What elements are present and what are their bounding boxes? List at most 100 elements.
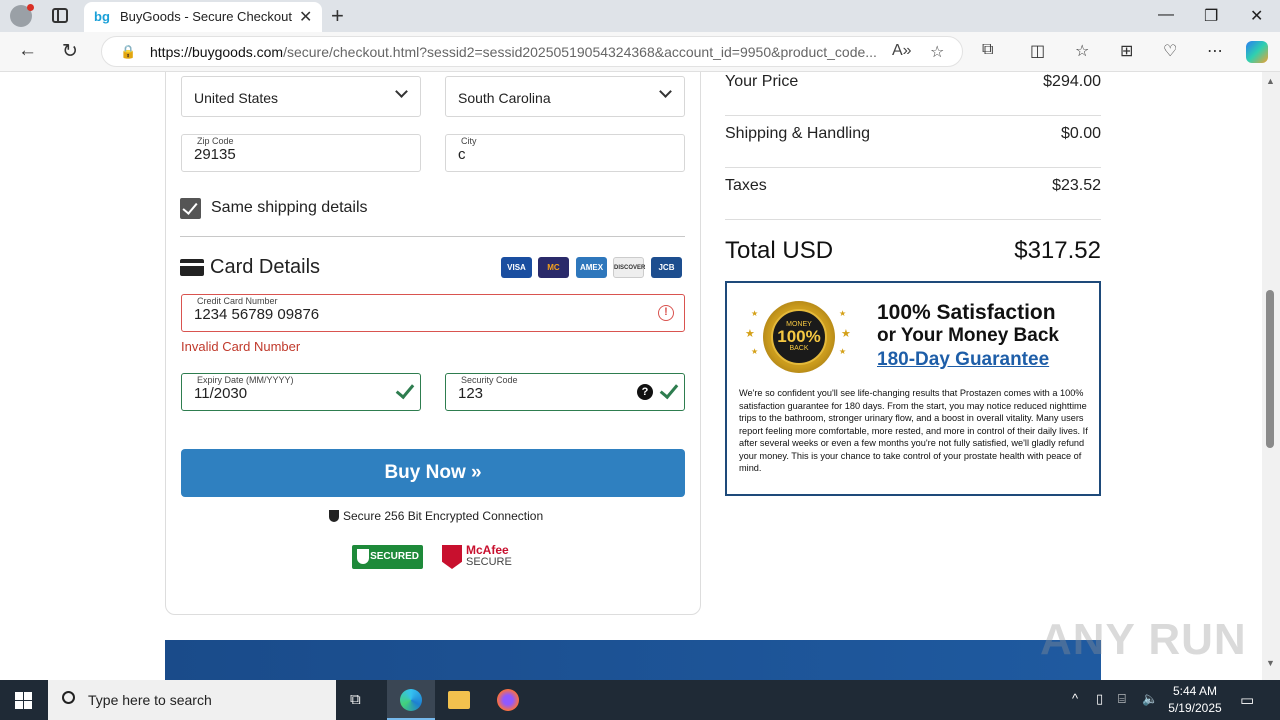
clock-date: 5/19/2025	[1168, 701, 1222, 715]
expiry-date-label: Expiry Date (MM/YYYY)	[197, 375, 294, 385]
seal-bottom-text: BACK	[789, 345, 809, 352]
task-view-icon[interactable]: ⧉	[336, 680, 384, 720]
mcafee-text: McAfee	[466, 543, 509, 557]
url-field[interactable]: 🔒 https://buygoods.com/secure/checkout.h…	[101, 36, 963, 67]
state-value: South Carolina	[458, 90, 551, 106]
buy-now-button[interactable]: Buy Now »	[181, 449, 685, 497]
valid-check-icon	[395, 379, 415, 400]
same-shipping-checkbox[interactable]	[180, 198, 201, 219]
footer-band	[165, 640, 1101, 680]
favorite-star-icon[interactable]: ☆	[930, 42, 944, 62]
valid-check-icon	[659, 379, 679, 400]
taxes-label: Taxes	[725, 177, 767, 194]
visa-icon: VISA	[501, 257, 532, 278]
same-shipping-label[interactable]: Same shipping details	[211, 199, 368, 217]
close-tab-icon[interactable]: ✕	[299, 7, 312, 27]
country-select[interactable]: United States	[181, 76, 421, 117]
scrollbar-thumb[interactable]	[1266, 290, 1274, 448]
address-bar-row: ← ↻ 🔒 https://buygoods.com/secure/checko…	[0, 32, 1280, 72]
split-screen-icon[interactable]: ◫	[1030, 41, 1045, 61]
browser-essentials-icon[interactable]: ♡	[1163, 41, 1177, 61]
anyrun-watermark: ANY RUN	[1040, 615, 1247, 664]
read-aloud-icon[interactable]: A»	[892, 42, 912, 60]
security-code-field[interactable]: Security Code 123 ?	[445, 373, 685, 411]
credit-card-icon	[180, 259, 204, 276]
notifications-icon[interactable]: ▭	[1240, 691, 1254, 709]
guarantee-banner: ★ ★ ★ ★ ★ ★ MONEY 100% BACK 100% Satisfa…	[725, 281, 1101, 496]
star-icon: ★	[839, 347, 847, 356]
page-scrollbar[interactable]: ▲ ▼	[1262, 72, 1280, 680]
shipping-value: $0.00	[1060, 125, 1101, 142]
restore-icon[interactable]: ❐	[1204, 6, 1218, 26]
lock-icon[interactable]: 🔒	[120, 44, 136, 60]
credit-card-number-label: Credit Card Number	[197, 296, 278, 306]
copilot-icon[interactable]	[1246, 41, 1268, 63]
firefox-icon[interactable]	[484, 680, 532, 720]
total-value: $317.52	[1014, 237, 1101, 264]
tray-device-icon[interactable]: ▯	[1096, 691, 1103, 707]
zip-code-label: Zip Code	[197, 136, 234, 146]
section-divider	[180, 236, 685, 237]
search-icon	[62, 691, 75, 704]
favorites-icon[interactable]: ☆	[1075, 41, 1089, 61]
extensions-icon[interactable]: ⧉	[982, 41, 993, 59]
jcb-icon: JCB	[651, 257, 682, 278]
clock-time: 5:44 AM	[1172, 684, 1218, 698]
seal-percent-text: 100%	[777, 327, 821, 346]
buygoods-favicon-icon: bg	[94, 9, 110, 24]
window-close-icon[interactable]: ✕	[1250, 6, 1263, 26]
card-error-message: Invalid Card Number	[181, 339, 301, 354]
notification-dot-icon	[27, 4, 34, 11]
taskbar-clock[interactable]: 5:44 AM 5/19/2025	[1160, 683, 1230, 717]
zip-code-field[interactable]: Zip Code 29135	[181, 134, 421, 172]
mcafee-secure-badge[interactable]: McAfee SECURE	[442, 543, 512, 571]
trust-badge-text: SECURED	[370, 551, 419, 562]
help-question-icon[interactable]: ?	[637, 384, 653, 400]
windows-taskbar: Type here to search ⧉ ^ ▯ ⌸ 🔈 5:44 AM 5/…	[0, 680, 1280, 720]
collections-icon[interactable]: ⊞	[1120, 41, 1133, 61]
state-select[interactable]: South Carolina	[445, 76, 685, 117]
money-back-seal-icon: MONEY 100% BACK	[763, 301, 835, 373]
expiry-date-value: 11/2030	[194, 385, 248, 402]
tray-chevron-up-icon[interactable]: ^	[1072, 691, 1078, 706]
mcafee-secure-text: SECURE	[466, 556, 512, 568]
price-label: Your Price	[725, 73, 799, 90]
browser-tab-bar: bg BuyGoods - Secure Checkout ✕ + — ❐ ✕	[0, 0, 1280, 32]
trust-secured-badge[interactable]: SECURED	[352, 545, 423, 569]
minimize-icon[interactable]: —	[1158, 6, 1174, 24]
chevron-down-icon	[659, 85, 672, 98]
star-icon: ★	[839, 309, 847, 318]
network-icon[interactable]: ⌸	[1118, 691, 1126, 707]
file-explorer-icon[interactable]	[435, 680, 483, 720]
city-field[interactable]: City c	[445, 134, 685, 172]
back-icon[interactable]: ←	[18, 40, 37, 62]
new-tab-icon[interactable]: +	[331, 3, 344, 29]
error-alert-icon: !	[658, 305, 674, 321]
discover-icon: DISCOVER	[613, 257, 645, 278]
browser-tab[interactable]: bg BuyGoods - Secure Checkout ✕	[84, 2, 322, 32]
star-icon: ★	[745, 328, 755, 340]
refresh-icon[interactable]: ↻	[62, 40, 78, 63]
more-menu-icon[interactable]: ⋯	[1207, 41, 1223, 61]
zip-code-value: 29135	[194, 146, 236, 163]
star-icon: ★	[751, 347, 759, 356]
tab-actions-icon[interactable]	[52, 8, 68, 23]
security-code-label: Security Code	[461, 375, 518, 385]
expiry-date-field[interactable]: Expiry Date (MM/YYYY) 11/2030	[181, 373, 421, 411]
secure-connection-note: Secure 256 Bit Encrypted Connection	[329, 509, 543, 523]
url-text: https://buygoods.com/secure/checkout.htm…	[150, 44, 877, 60]
country-value: United States	[194, 90, 279, 106]
scroll-up-icon[interactable]: ▲	[1266, 76, 1275, 86]
summary-row-shipping: Shipping & Handling $0.00	[725, 116, 1101, 168]
price-value: $294.00	[1043, 73, 1101, 90]
scroll-down-icon[interactable]: ▼	[1266, 658, 1275, 668]
total-label: Total USD	[725, 237, 834, 264]
taskbar-search-box[interactable]: Type here to search	[48, 680, 336, 720]
guarantee-title: 100% Satisfaction	[877, 301, 1056, 324]
windows-start-icon[interactable]	[15, 692, 32, 709]
edge-taskbar-icon[interactable]	[387, 680, 435, 720]
security-code-value: 123	[458, 385, 484, 402]
guarantee-body-text: We're so confident you'll see life-chang…	[739, 388, 1088, 473]
credit-card-number-field[interactable]: Credit Card Number 1234 56789 09876 !	[181, 294, 685, 332]
volume-icon[interactable]: 🔈	[1142, 691, 1158, 707]
